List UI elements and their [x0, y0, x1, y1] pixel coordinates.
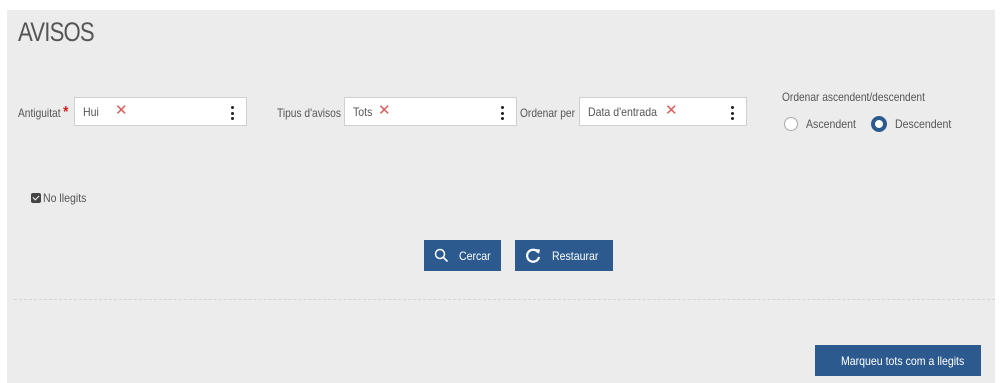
cercar-button[interactable]: Cercar: [424, 240, 501, 271]
radio-descendent-circle[interactable]: [871, 116, 887, 132]
ordenar-per-clear-icon[interactable]: ✕: [665, 101, 678, 119]
required-mark: *: [63, 104, 69, 121]
no-llegits-checkbox[interactable]: No llegits: [31, 191, 92, 205]
antiguitat-more-icon[interactable]: [230, 106, 234, 120]
ordenar-per-value: Data d'entrada: [588, 105, 657, 119]
tipus-select[interactable]: Tots ✕: [344, 97, 517, 126]
radio-ascendent-label: Ascendent: [806, 117, 856, 131]
antiguitat-clear-icon[interactable]: ✕: [115, 101, 128, 119]
antiguitat-label: Antiguitat *: [18, 104, 68, 122]
radio-descendent-label: Descendent: [895, 117, 952, 131]
radio-ascendent-circle[interactable]: [784, 117, 798, 131]
no-llegits-label: No llegits: [43, 191, 87, 205]
antiguitat-label-text: Antiguitat: [18, 106, 61, 120]
avisos-panel: AVISOS Antiguitat * Hui ✕ Tipus d'avisos …: [7, 10, 995, 383]
restaurar-button[interactable]: Restaurar: [515, 240, 613, 271]
ordenar-per-select[interactable]: Data d'entrada ✕: [579, 97, 747, 126]
antiguitat-value: Hui: [83, 105, 99, 119]
marcar-llegits-label: Marqueu tots com a llegits: [840, 353, 965, 368]
antiguitat-select[interactable]: Hui ✕: [74, 97, 247, 126]
cercar-label: Cercar: [459, 248, 491, 263]
ordenar-per-more-icon[interactable]: [730, 106, 734, 120]
tipus-more-icon[interactable]: [500, 106, 504, 120]
radio-descendent[interactable]: Descendent: [871, 116, 959, 132]
divider: [14, 299, 995, 300]
tipus-value: Tots: [353, 105, 373, 119]
page-title: AVISOS: [18, 17, 95, 47]
search-icon: [434, 248, 449, 263]
tipus-clear-icon[interactable]: ✕: [378, 101, 391, 119]
marcar-llegits-button[interactable]: Marqueu tots com a llegits: [815, 345, 981, 376]
radio-ascendent[interactable]: Ascendent: [784, 117, 863, 131]
ordre-label: Ordenar ascendent/descendent: [782, 90, 925, 104]
restaurar-label: Restaurar: [552, 248, 599, 263]
tipus-label: Tipus d'avisos: [277, 106, 341, 120]
checkbox-check-icon[interactable]: [31, 193, 41, 203]
ordenar-per-label: Ordenar per: [520, 106, 575, 120]
check-icon: [828, 360, 829, 361]
refresh-icon: [526, 248, 541, 263]
